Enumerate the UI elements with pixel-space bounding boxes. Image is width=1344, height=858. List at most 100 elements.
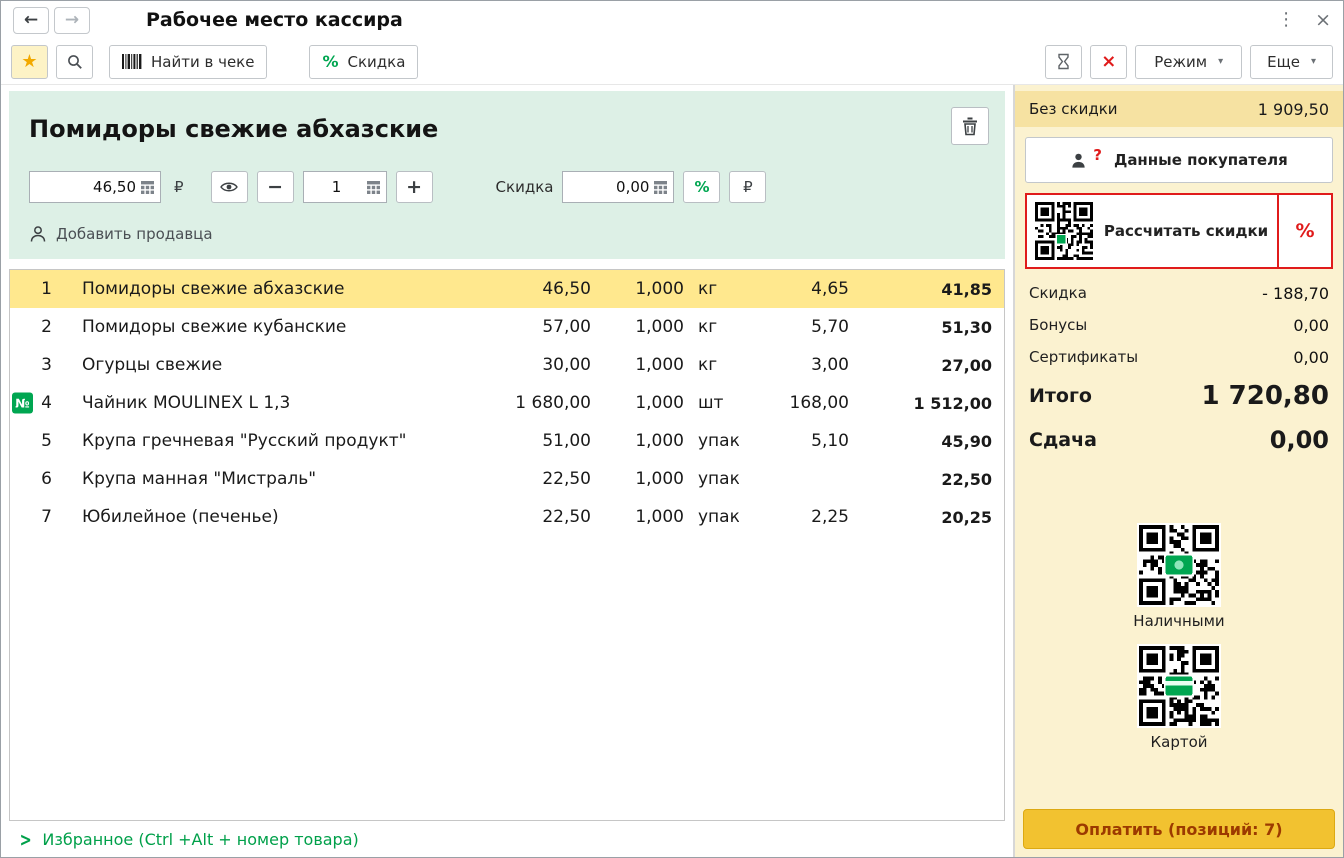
cell-unit: кг <box>694 317 739 337</box>
back-arrow-icon: ← <box>24 10 38 30</box>
cell-num: 3 <box>10 355 66 375</box>
more-label: Еще <box>1267 53 1300 71</box>
favorites-button[interactable]: ★ <box>11 45 48 79</box>
cashier-window: ← → Рабочее место кассира ⋮ × ★ Найти в … <box>0 0 1344 858</box>
current-item-panel: Помидоры свежие абхазские 46,50 ₽ <box>9 91 1005 259</box>
certificates-label: Сертификаты <box>1029 348 1138 366</box>
cell-total: 1 512,00 <box>849 394 1004 413</box>
receipt-row-5[interactable]: 5Крупа гречневая "Русский продукт"51,001… <box>10 422 1004 460</box>
cell-num: 6 <box>10 469 66 489</box>
discount-ruble-button[interactable]: ₽ <box>729 171 766 203</box>
more-button[interactable]: Еще ▾ <box>1250 45 1333 79</box>
receipt-row-3[interactable]: 3Огурцы свежие30,001,000кг3,0027,00 <box>10 346 1004 384</box>
calculator-icon <box>141 181 154 194</box>
cell-qty: 1,000 <box>602 431 694 451</box>
calculate-discounts-button[interactable]: Рассчитать скидки <box>1027 195 1279 267</box>
add-seller-link[interactable]: Добавить продавца <box>29 225 213 243</box>
chevron-right-icon: > <box>20 828 32 850</box>
cell-unit: упак <box>694 431 739 451</box>
pay-cash-button[interactable]: Наличными <box>1015 523 1343 630</box>
page-title: Рабочее место кассира <box>146 9 403 31</box>
cell-total: 20,25 <box>849 508 1004 527</box>
current-item-title: Помидоры свежие абхазские <box>29 115 438 143</box>
window-actions: ⋮ × <box>1277 11 1331 30</box>
percent-icon: % <box>322 52 338 71</box>
item-discount-input[interactable]: 0,00 <box>562 171 674 203</box>
favorites-label: Избранное (Ctrl +Alt + номер товара) <box>42 830 358 849</box>
receipt-row-6[interactable]: 6Крупа манная "Мистраль"22,501,000упак22… <box>10 460 1004 498</box>
discount-button[interactable]: % Скидка <box>309 45 418 79</box>
cell-unit: упак <box>694 507 739 527</box>
cancel-receipt-button[interactable]: × <box>1090 45 1127 79</box>
number-badge-icon: № <box>12 393 33 414</box>
total-label: Итого <box>1029 385 1092 407</box>
no-discount-label: Без скидки <box>1029 100 1118 118</box>
bonuses-label: Бонусы <box>1029 316 1087 334</box>
mode-button[interactable]: Режим ▾ <box>1135 45 1242 79</box>
cell-name: Чайник MOULINEX L 1,3 <box>66 393 482 413</box>
cell-price: 22,50 <box>482 469 602 489</box>
back-button[interactable]: ← <box>13 7 49 34</box>
certificates-value: 0,00 <box>1293 348 1329 367</box>
cell-unit: упак <box>694 469 739 489</box>
receipt-table: 1Помидоры свежие абхазские46,501,000кг4,… <box>9 269 1005 821</box>
calculator-icon <box>367 181 380 194</box>
window-close-icon[interactable]: × <box>1315 11 1331 30</box>
customer-data-button[interactable]: ? Данные покупателя <box>1025 137 1333 183</box>
cell-name: Юбилейное (печенье) <box>66 507 482 527</box>
item-discount-label: Скидка <box>496 178 554 196</box>
toolbar: ★ Найти в чеке % Скидка × Режим <box>1 39 1343 85</box>
find-in-receipt-button[interactable]: Найти в чеке <box>109 45 267 79</box>
price-input[interactable]: 46,50 <box>29 171 161 203</box>
increase-qty-button[interactable]: + <box>396 171 433 203</box>
cell-num: 1 <box>10 279 66 299</box>
cell-disc: 3,00 <box>739 355 849 375</box>
trash-icon <box>961 116 979 136</box>
minus-icon: − <box>267 176 283 198</box>
cell-total: 22,50 <box>849 470 1004 489</box>
cell-qty: 1,000 <box>602 355 694 375</box>
chevron-down-icon: ▾ <box>1311 56 1316 67</box>
pay-button[interactable]: Оплатить (позиций: 7) <box>1023 809 1335 849</box>
item-discount-value: 0,00 <box>563 178 654 196</box>
discount-label: Скидка <box>348 53 406 71</box>
cell-price: 51,00 <box>482 431 602 451</box>
ruble-icon: ₽ <box>170 178 188 196</box>
bonuses-value: 0,00 <box>1293 316 1329 335</box>
favorites-link[interactable]: > Избранное (Ctrl +Alt + номер товара) <box>1 821 1013 857</box>
find-in-receipt-label: Найти в чеке <box>151 53 254 71</box>
receipt-row-4[interactable]: №4Чайник MOULINEX L 1,31 680,001,000шт16… <box>10 384 1004 422</box>
forward-button[interactable]: → <box>54 7 90 34</box>
plus-icon: + <box>406 176 422 198</box>
delete-item-button[interactable] <box>951 107 989 145</box>
qr-discount-icon <box>1035 202 1093 260</box>
certificates-row: Сертификаты 0,00 <box>1015 341 1343 373</box>
quantity-input[interactable]: 1 <box>303 171 387 203</box>
manual-discount-button[interactable]: % <box>1279 195 1331 267</box>
cell-price: 57,00 <box>482 317 602 337</box>
receipt-row-1[interactable]: 1Помидоры свежие абхазские46,501,000кг4,… <box>10 270 1004 308</box>
bonuses-row: Бонусы 0,00 <box>1015 309 1343 341</box>
kebab-menu-icon[interactable]: ⋮ <box>1277 11 1295 29</box>
pay-card-label: Картой <box>1150 733 1207 751</box>
customer-data-label: Данные покупателя <box>1114 151 1288 169</box>
receipt-row-2[interactable]: 2Помидоры свежие кубанские57,001,000кг5,… <box>10 308 1004 346</box>
cell-qty: 1,000 <box>602 507 694 527</box>
view-item-button[interactable] <box>211 171 248 203</box>
cell-qty: 1,000 <box>602 469 694 489</box>
search-button[interactable] <box>56 45 93 79</box>
no-discount-value: 1 909,50 <box>1258 100 1329 119</box>
cell-disc: 168,00 <box>739 393 849 413</box>
cell-num: 2 <box>10 317 66 337</box>
change-label: Сдача <box>1029 429 1097 451</box>
cell-qty: 1,000 <box>602 393 694 413</box>
discount-percent-button[interactable]: % <box>683 171 720 203</box>
cell-name: Огурцы свежие <box>66 355 482 375</box>
calculator-icon <box>654 181 667 194</box>
receipt-row-7[interactable]: 7Юбилейное (печенье)22,501,000упак2,2520… <box>10 498 1004 536</box>
cell-unit: кг <box>694 279 739 299</box>
barcode-icon <box>122 54 142 69</box>
pay-card-button[interactable]: Картой <box>1015 644 1343 751</box>
postpone-receipt-button[interactable] <box>1045 45 1082 79</box>
decrease-qty-button[interactable]: − <box>257 171 294 203</box>
